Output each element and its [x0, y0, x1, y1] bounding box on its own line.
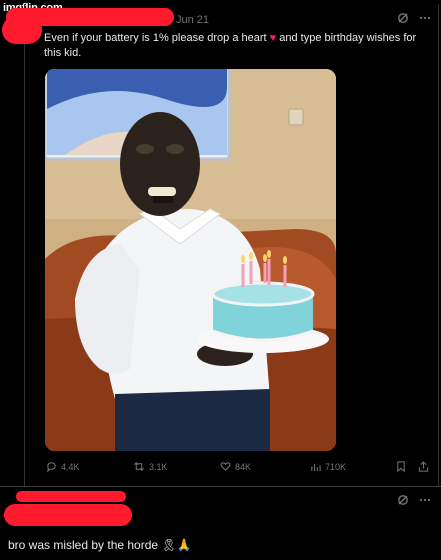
slash-circle-icon[interactable] [397, 12, 409, 27]
views-count: 710K [325, 461, 347, 472]
views-icon [311, 463, 321, 472]
redacted-reply-avatar [4, 504, 132, 526]
reply-text-body: bro was misled by the horde [8, 538, 159, 552]
more-icon[interactable] [419, 494, 431, 509]
repost-count: 3.1K [149, 461, 168, 472]
post-date: Jun 21 [176, 14, 210, 26]
reply-emojis: 🎗🙏 [161, 538, 192, 552]
redacted-reply-username [16, 491, 126, 502]
bookmark-action[interactable] [396, 461, 406, 472]
views-action[interactable]: 710K [310, 461, 346, 472]
bookmark-icon [397, 461, 405, 472]
repost-action[interactable]: 3.1K [133, 461, 168, 472]
post-photo[interactable] [45, 69, 336, 451]
post-text: Even if your battery is 1% please drop a… [44, 31, 436, 61]
reply-action[interactable]: 4.4K [46, 461, 80, 472]
heart-icon [220, 462, 231, 471]
repost-icon [134, 462, 144, 471]
post-top-icons [397, 12, 431, 27]
like-action[interactable]: 84K [220, 461, 251, 472]
heart-emoji: ♥ [269, 32, 277, 44]
share-icon [418, 461, 429, 472]
reply-icon [47, 462, 56, 472]
slash-circle-icon[interactable] [397, 494, 409, 509]
post-frame-right [438, 4, 439, 486]
like-count: 84K [235, 461, 252, 472]
share-action[interactable] [418, 461, 429, 472]
more-icon[interactable] [419, 12, 431, 27]
reply-count: 4.4K [61, 461, 80, 472]
reply-top-icons [397, 494, 431, 509]
post-text-part1: Even if your battery is 1% please drop a… [44, 32, 267, 44]
reply-text: bro was misled by the horde 🎗🙏 [8, 538, 192, 552]
redacted-avatar [2, 16, 42, 44]
post-frame-left [24, 4, 25, 486]
post-divider [0, 486, 441, 487]
post-actions: 4.4K 3.1K 84K 710K [46, 461, 434, 477]
